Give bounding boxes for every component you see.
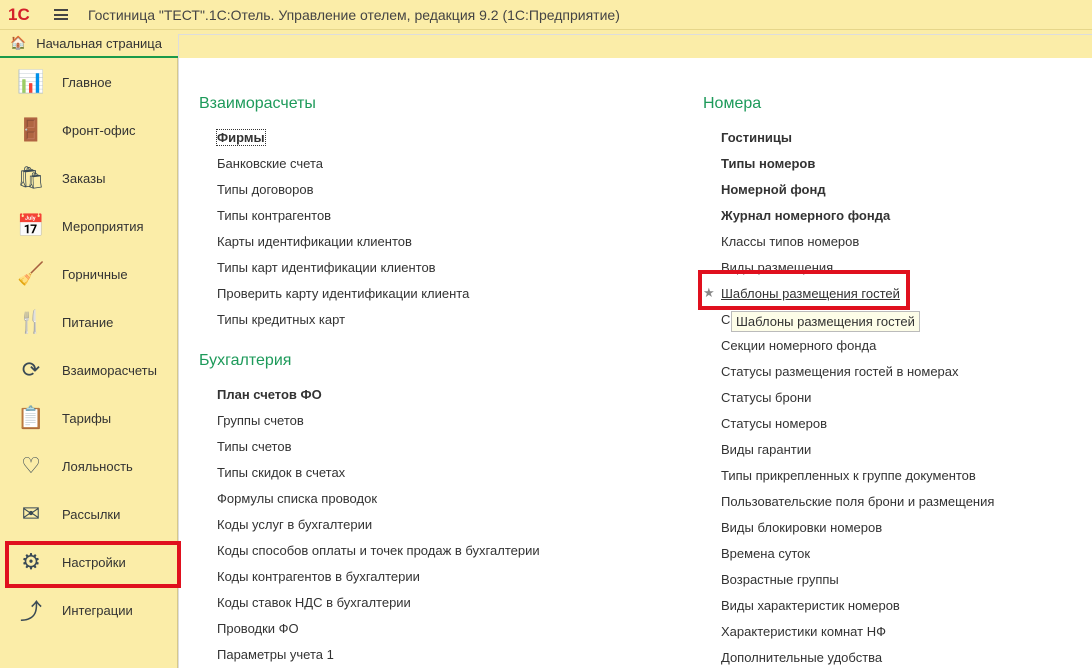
sidebar-item-label: Фронт-офис bbox=[62, 122, 136, 138]
sidebar-item-label: Мероприятия bbox=[62, 218, 144, 234]
section-icon: ⤴ bbox=[19, 599, 42, 624]
nav-link[interactable]: Коды ставок НДС в бухгалтерии bbox=[217, 595, 411, 610]
section-icon: ⟳ bbox=[21, 357, 41, 382]
section-icon: ♡ bbox=[21, 453, 41, 478]
section-icon: ✉ bbox=[21, 501, 41, 526]
sidebar-item[interactable]: 📅 Мероприятия bbox=[0, 202, 178, 250]
section-icon: 🧹 bbox=[17, 261, 45, 286]
sidebar-item[interactable]: 🛍 Заказы bbox=[0, 154, 178, 202]
nav-link[interactable]: Типы карт идентификации клиентов bbox=[217, 260, 436, 275]
sidebar-item-label: Питание bbox=[62, 314, 114, 330]
nav-link[interactable]: Пользовательские поля брони и размещения bbox=[721, 494, 994, 509]
nav-link[interactable]: Банковские счета bbox=[217, 156, 323, 171]
nav-link[interactable]: Статусы брони bbox=[721, 390, 811, 405]
section-heading: Взаиморасчеты bbox=[199, 95, 316, 112]
sidebar-item-label: Тарифы bbox=[62, 410, 112, 426]
highlight-settings bbox=[5, 541, 181, 588]
nav-link[interactable]: Типы счетов bbox=[217, 439, 292, 454]
sidebar-item-label: Заказы bbox=[62, 170, 106, 186]
nav-link[interactable]: Дополнительные удобства bbox=[721, 650, 882, 665]
nav-link[interactable]: План счетов ФО bbox=[217, 387, 322, 402]
nav-link[interactable]: Журнал номерного фонда bbox=[721, 208, 890, 223]
sidebar-item[interactable]: 🚪 Фронт-офис bbox=[0, 106, 178, 154]
nav-link[interactable]: Группы счетов bbox=[217, 413, 304, 428]
nav-link[interactable]: Фирмы bbox=[216, 129, 266, 146]
star-icon[interactable]: ★ bbox=[703, 285, 715, 301]
nav-link[interactable]: Карты идентификации клиентов bbox=[217, 234, 412, 249]
menu-icon[interactable] bbox=[54, 9, 68, 20]
1c-logo: 1С bbox=[8, 4, 30, 24]
nav-link[interactable]: Проводки ФО bbox=[217, 621, 299, 636]
sidebar-item[interactable]: ⤴ Интеграции bbox=[0, 586, 178, 634]
nav-link[interactable]: Секции номерного фонда bbox=[721, 338, 876, 353]
section-heading: Номера bbox=[703, 95, 762, 112]
nav-link[interactable]: С bbox=[721, 312, 730, 327]
nav-link[interactable]: Параметры учета 1 bbox=[217, 647, 334, 662]
nav-link[interactable]: Статусы размещения гостей в номерах bbox=[721, 364, 959, 379]
section-icon: 🚪 bbox=[17, 117, 45, 142]
nav-link[interactable]: Времена суток bbox=[721, 546, 810, 561]
sidebar-item-label: Интеграции bbox=[62, 602, 133, 618]
sidebar-item[interactable]: 📋 Тарифы bbox=[0, 394, 178, 442]
nav-link[interactable]: Проверить карту идентификации клиента bbox=[217, 286, 469, 301]
nav-link[interactable]: Номерной фонд bbox=[721, 182, 826, 197]
window-title: Гостиница "ТЕСТ".1С:Отель. Управление от… bbox=[88, 6, 620, 23]
section-icon: 📅 bbox=[17, 213, 45, 238]
tab-home-label: Начальная страница bbox=[36, 35, 162, 51]
sidebar-item-label: Горничные bbox=[62, 266, 128, 282]
sidebar-item-label: Взаиморасчеты bbox=[62, 362, 157, 378]
tooltip: Шаблоны размещения гостей bbox=[731, 311, 920, 332]
nav-link[interactable]: Виды характеристик номеров bbox=[721, 598, 900, 613]
sidebar-item[interactable]: 🍴 Питание bbox=[0, 298, 178, 346]
nav-link[interactable]: Виды блокировки номеров bbox=[721, 520, 882, 535]
nav-link[interactable]: Виды гарантии bbox=[721, 442, 811, 457]
nav-link[interactable]: Коды услуг в бухгалтерии bbox=[217, 517, 372, 532]
nav-link[interactable]: Типы прикрепленных к группе документов bbox=[721, 468, 976, 483]
section-icon: 📊 bbox=[17, 69, 45, 94]
nav-link[interactable]: Типы контрагентов bbox=[217, 208, 331, 223]
section-heading: Бухгалтерия bbox=[199, 352, 292, 369]
sidebar-item[interactable]: ✉ Рассылки bbox=[0, 490, 178, 538]
section-icon: 🍴 bbox=[17, 309, 45, 334]
nav-link[interactable]: Характеристики комнат НФ bbox=[721, 624, 886, 639]
nav-link[interactable]: Типы договоров bbox=[217, 182, 313, 197]
sidebar-item-label: Лояльность bbox=[62, 458, 133, 474]
nav-link[interactable]: Возрастные группы bbox=[721, 572, 839, 587]
nav-link[interactable]: Гостиницы bbox=[721, 130, 792, 145]
tab-home[interactable]: 🏠 Начальная страница bbox=[0, 30, 178, 58]
title-bar: 1С Гостиница "ТЕСТ".1С:Отель. Управление… bbox=[0, 0, 1092, 30]
sidebar-item-label: Рассылки bbox=[62, 506, 121, 522]
nav-link[interactable]: Коды способов оплаты и точек продаж в бу… bbox=[217, 543, 540, 558]
section-icon: 📋 bbox=[17, 405, 45, 430]
home-icon: 🏠 bbox=[10, 35, 27, 50]
sidebar-item[interactable]: ⟳ Взаиморасчеты bbox=[0, 346, 178, 394]
sidebar-item[interactable]: 📊 Главное bbox=[0, 58, 178, 106]
nav-link[interactable]: Коды контрагентов в бухгалтерии bbox=[217, 569, 420, 584]
nav-link[interactable]: Типы скидок в счетах bbox=[217, 465, 345, 480]
section-icon: 🛍 bbox=[17, 165, 45, 190]
highlight-link bbox=[698, 270, 910, 310]
sidebar-item[interactable]: 🧹 Горничные bbox=[0, 250, 178, 298]
nav-link[interactable]: Статусы номеров bbox=[721, 416, 827, 431]
sidebar-item[interactable]: ♡ Лояльность bbox=[0, 442, 178, 490]
nav-link[interactable]: Типы кредитных карт bbox=[217, 312, 345, 327]
nav-link[interactable]: Формулы списка проводок bbox=[217, 491, 377, 506]
sidebar-item-label: Главное bbox=[62, 74, 112, 90]
nav-link[interactable]: Типы номеров bbox=[721, 156, 815, 171]
nav-link[interactable]: Классы типов номеров bbox=[721, 234, 859, 249]
